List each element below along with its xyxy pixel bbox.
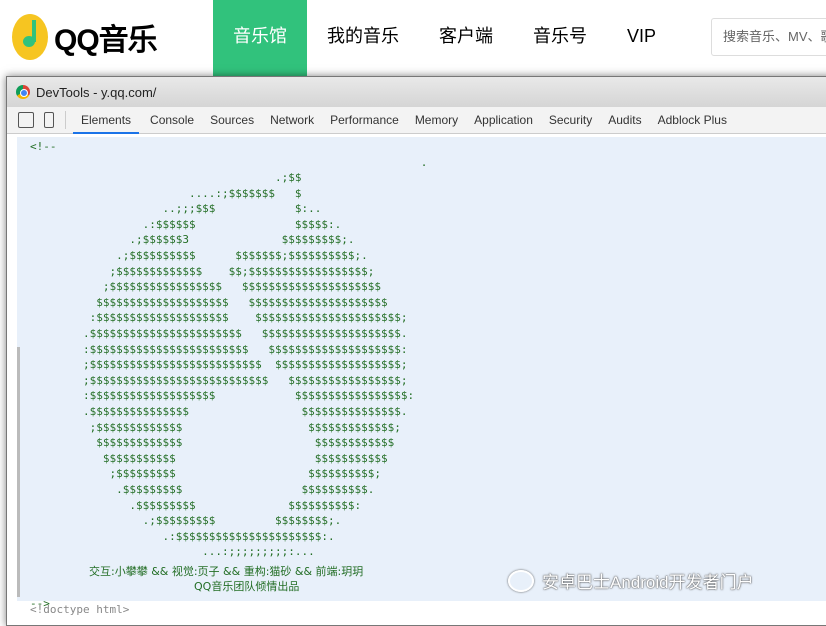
watermark: 安卓巴士Android开发者门户: [508, 568, 754, 593]
tab-memory[interactable]: Memory: [407, 107, 466, 134]
tab-elements[interactable]: Elements: [73, 107, 140, 134]
tab-performance[interactable]: Performance: [322, 107, 407, 134]
ascii-art-line: .:$$$$$$$$$$$$$$$$$$$$$$:.: [30, 529, 335, 543]
tab-console[interactable]: Console: [142, 107, 202, 134]
inspect-element-icon[interactable]: [18, 112, 34, 128]
doctype-node[interactable]: <!doctype html>: [30, 603, 129, 616]
ascii-art-line: .;$$: [30, 171, 302, 185]
chrome-icon: [16, 85, 30, 99]
tab-security[interactable]: Security: [541, 107, 600, 134]
ascii-art-line: ..;;;$$$ $:..: [30, 202, 322, 216]
search-input[interactable]: 搜索音乐、MV、歌单: [711, 18, 826, 56]
devtools-tabbar: Elements Console Sources Network Perform…: [7, 107, 826, 134]
ascii-art-line: .:$$$$$$ $$$$$:.: [30, 217, 342, 231]
tab-application[interactable]: Application: [466, 107, 541, 134]
ascii-art-line: ;$$$$$$$$$$$$$ $$$$$$$$$$$$$;: [30, 420, 401, 434]
elements-panel-comment-node[interactable]: <!-- . .;$$ ....:;$$$$$$$ $ ..;;;$$$ $:.…: [17, 137, 826, 610]
ascii-art-line: ;$$$$$$$$$$$$$ $$;$$$$$$$$$$$$$$$$$$;: [30, 264, 375, 278]
ascii-art-line: .;$$$$$$3 $$$$$$$$$;.: [30, 233, 355, 247]
ascii-art-line: :$$$$$$$$$$$$$$$$$$$$ $$$$$$$$$$$$$$$$$$…: [30, 311, 408, 325]
site-header: QQ音乐 音乐馆 我的音乐 客户端 音乐号 VIP 搜索音乐、MV、歌单: [0, 0, 826, 78]
qq-music-logo[interactable]: QQ音乐: [12, 14, 158, 60]
ascii-art-line: .;$$$$$$$$$ $$$$$$$$;.: [30, 514, 342, 528]
nav-my-music[interactable]: 我的音乐: [307, 0, 419, 78]
window-title: DevTools - y.qq.com/: [36, 84, 157, 100]
main-nav: 音乐馆 我的音乐 客户端 音乐号 VIP: [213, 0, 676, 78]
ascii-art-line: $$$$$$$$$$$$$ $$$$$$$$$$$$: [30, 436, 395, 450]
ascii-art-line: .$$$$$$$$$ $$$$$$$$$$.: [30, 482, 375, 496]
ascii-art-line: ;$$$$$$$$$ $$$$$$$$$$;: [30, 467, 381, 481]
tab-network[interactable]: Network: [262, 107, 322, 134]
tab-sources[interactable]: Sources: [202, 107, 262, 134]
music-note-icon: [12, 14, 48, 60]
comment-close: -->: [30, 596, 50, 610]
ascii-art-line: ;$$$$$$$$$$$$$$$$$ $$$$$$$$$$$$$$$$$$$$$: [30, 280, 381, 294]
logo-text: QQ音乐: [54, 24, 158, 57]
nav-music-account[interactable]: 音乐号: [513, 0, 607, 78]
ascii-art-line: $$$$$$$$$$$$$$$$$$$$ $$$$$$$$$$$$$$$$$$$…: [30, 295, 388, 309]
nav-music-hall[interactable]: 音乐馆: [213, 0, 307, 78]
ascii-art: . .;$$ ....:;$$$$$$$ $ ..;;;$$$ $:.. .:$…: [30, 155, 826, 560]
ascii-art-line: $$$$$$$$$$$ $$$$$$$$$$$: [30, 451, 388, 465]
tab-adblock-plus[interactable]: Adblock Plus: [650, 107, 735, 134]
wechat-icon: [508, 569, 534, 592]
scrollbar[interactable]: [17, 347, 20, 597]
nav-client[interactable]: 客户端: [419, 0, 513, 78]
ascii-art-line: ...:;;;;;;;;;:...: [30, 545, 315, 559]
divider: [65, 111, 66, 129]
ascii-art-line: .$$$$$$$$$$$$$$$ $$$$$$$$$$$$$$$.: [30, 405, 408, 418]
comment-open: <!--: [30, 140, 57, 153]
device-toolbar-icon[interactable]: [44, 112, 54, 128]
tab-audits[interactable]: Audits: [600, 107, 649, 134]
devtools-titlebar[interactable]: DevTools - y.qq.com/: [7, 77, 826, 107]
ascii-art-line: .$$$$$$$$$$$$$$$$$$$$$$$ $$$$$$$$$$$$$$$…: [30, 327, 408, 341]
ascii-art-line: :$$$$$$$$$$$$$$$$$$$$$$$$ $$$$$$$$$$$$$$…: [30, 342, 408, 356]
ascii-art-line: ;$$$$$$$$$$$$$$$$$$$$$$$$$$$ $$$$$$$$$$$…: [30, 373, 408, 387]
ascii-art-line: ....:;$$$$$$$ $: [30, 186, 302, 200]
ascii-art-line: .;$$$$$$$$$$ $$$$$$$;$$$$$$$$$$;.: [30, 249, 368, 263]
ascii-art-line: :$$$$$$$$$$$$$$$$$$$ $$$$$$$$$$$$$$$$$:: [30, 389, 415, 403]
ascii-art-line: ;$$$$$$$$$$$$$$$$$$$$$$$$$$ $$$$$$$$$$$$…: [30, 358, 408, 372]
ascii-art-line: .: [30, 155, 428, 169]
watermark-text: 安卓巴士Android开发者门户: [542, 573, 754, 592]
ascii-art-line: .$$$$$$$$$ $$$$$$$$$$:: [30, 498, 362, 512]
nav-vip[interactable]: VIP: [607, 0, 676, 78]
devtools-window: DevTools - y.qq.com/ Elements Console So…: [6, 76, 826, 626]
